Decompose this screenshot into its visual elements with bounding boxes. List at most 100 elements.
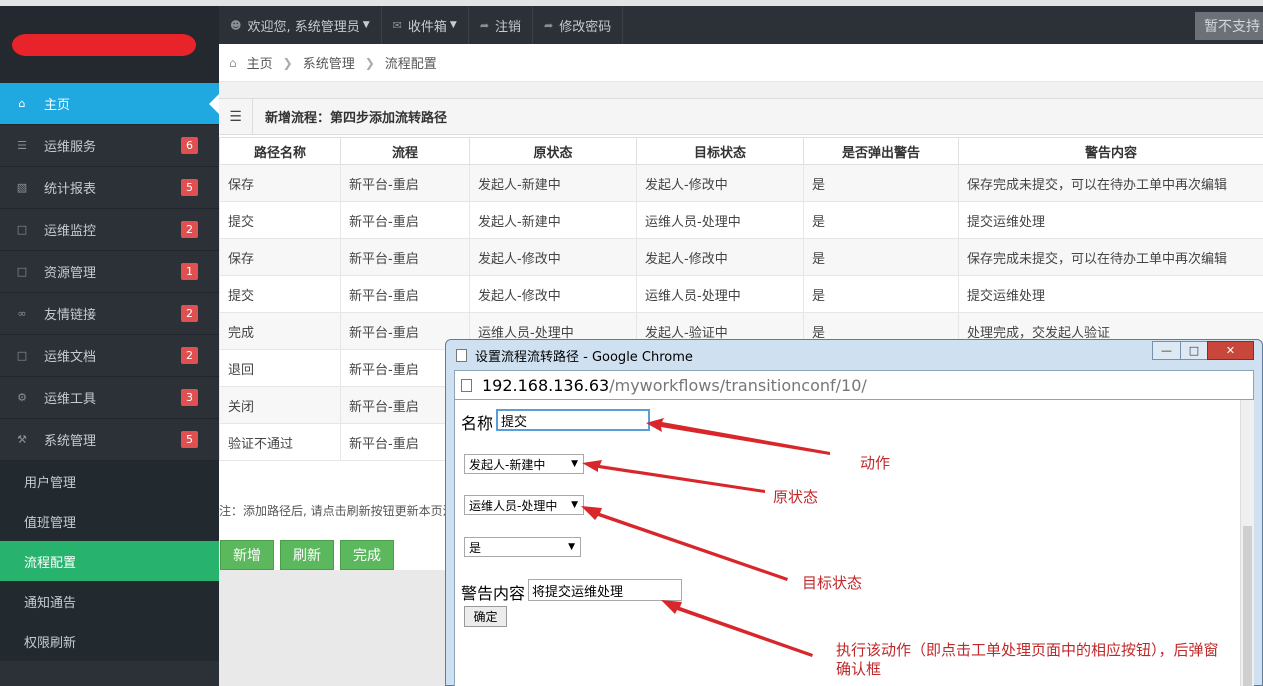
subitem-workflow[interactable]: 流程配置 <box>0 541 219 581</box>
envelope-icon: ✉ <box>392 18 402 32</box>
spacer <box>219 82 1263 98</box>
confirm-button[interactable]: 确定 <box>464 606 507 627</box>
chevron-down-icon: ▼ <box>571 500 578 510</box>
table-cell: 验证不通过 <box>219 423 341 461</box>
sidebar-item-reports[interactable]: ▧ 统计报表 5 <box>0 167 219 209</box>
annotation-warning-line1: 执行该动作（即点击工单处理页面中的相应按钮），后弹窗 <box>836 641 1219 659</box>
maximize-button[interactable]: □ <box>1180 341 1208 360</box>
panel-header: ☰ 新增流程：第四步添加流转路径 <box>219 98 1263 135</box>
table-cell: 新平台-重启 <box>340 238 470 276</box>
breadcrumb-workflow: 流程配置 <box>384 57 437 72</box>
count-badge: 5 <box>181 431 198 448</box>
table-cell: 是 <box>803 275 959 313</box>
page-icon <box>461 378 472 392</box>
sidebar-item-system[interactable]: ⚒ 系统管理 5 <box>0 419 219 461</box>
link-icon: ∞ <box>17 307 27 320</box>
logout-link[interactable]: ➦ 注销 <box>469 6 534 44</box>
sidebar-item-label: 友情链接 <box>44 308 97 323</box>
sidebar-item-label: 主页 <box>44 98 71 113</box>
count-badge: 2 <box>181 305 198 322</box>
done-button[interactable]: 完成 <box>340 540 394 570</box>
table-cell: 是 <box>803 164 959 202</box>
caret-down-icon: ▼ <box>362 20 370 30</box>
breadcrumb-home[interactable]: 主页 <box>247 53 273 72</box>
scrollbar-thumb[interactable] <box>1243 526 1252 686</box>
table-cell: 发起人-修改中 <box>636 164 804 202</box>
annotation-from-state: 原状态 <box>773 488 819 506</box>
system-submenu: 用户管理 值班管理 流程配置 通知通告 权限刷新 <box>0 461 219 661</box>
count-badge: 5 <box>181 179 198 196</box>
subitem-refresh-perms[interactable]: 权限刷新 <box>0 621 219 661</box>
table-row: 保存 新平台-重启 发起人-修改中 发起人-修改中是保存完成未提交，可以在待办工单中再… <box>219 238 1263 276</box>
sidebar-item-label: 资源管理 <box>44 266 97 281</box>
file-icon: □ <box>16 265 28 278</box>
table-cell: 保存完成未提交，可以在待办工单中再次编辑 <box>958 238 1263 276</box>
annotation-action: 动作 <box>860 454 891 472</box>
table-cell: 新平台-重启 <box>340 275 470 313</box>
chevron-right-icon: ❯ <box>282 55 293 70</box>
logo-area <box>0 6 219 83</box>
breadcrumb-system[interactable]: 系统管理 <box>303 53 355 72</box>
table-row: 提交 新平台-重启 发起人-新建中 运维人员-处理中是提交运维处理 <box>219 201 1263 239</box>
count-badge: 2 <box>181 221 198 238</box>
table-cell: 发起人-修改中 <box>469 238 637 276</box>
add-button[interactable]: 新增 <box>220 540 274 570</box>
sidebar-item-label: 运维服务 <box>44 140 97 155</box>
scrollbar[interactable] <box>1240 400 1254 686</box>
list-icon: ☰ <box>17 139 27 152</box>
minimize-button[interactable]: — <box>1152 341 1181 360</box>
sidebar-item-tools[interactable]: ⚙ 运维工具 3 <box>0 377 219 419</box>
unsupported-box[interactable]: 暂不支持 <box>1195 12 1263 40</box>
caret-down-icon: ▼ <box>449 20 457 30</box>
sidebar-item-docs[interactable]: □ 运维文档 2 <box>0 335 219 377</box>
to-state-value: 运维人员-处理中 <box>469 498 558 513</box>
cogs-icon: ⚙ <box>17 391 27 404</box>
table-cell: 退回 <box>219 349 341 387</box>
subitem-duty[interactable]: 值班管理 <box>0 501 219 541</box>
table-cell: 提交运维处理 <box>958 275 1263 313</box>
sidebar-item-links[interactable]: ∞ 友情链接 2 <box>0 293 219 335</box>
chevron-down-icon: ▼ <box>571 459 578 469</box>
page-icon <box>456 349 467 362</box>
sidebar-item-ops-service[interactable]: ☰ 运维服务 6 <box>0 125 219 167</box>
table-cell: 新平台-重启 <box>340 201 470 239</box>
inbox-menu[interactable]: ✉ 收件箱 ▼ <box>382 6 469 44</box>
table-cell: 运维人员-处理中 <box>636 201 804 239</box>
user-menu[interactable]: ☻ 欢迎您, 系统管理员 ▼ <box>219 6 382 44</box>
from-state-select[interactable]: 发起人-新建中 ▼ <box>464 454 584 474</box>
menu-icon[interactable]: ☰ <box>219 98 253 135</box>
chevron-right-icon: ❯ <box>364 55 375 70</box>
sidebar-item-home[interactable]: ⌂ 主页 <box>0 83 219 125</box>
panel-title: 新增流程：第四步添加流转路径 <box>265 111 448 126</box>
share-icon: ➦ <box>544 18 554 32</box>
warn-flag-select[interactable]: 是 ▼ <box>464 537 581 557</box>
inbox-label: 收件箱 <box>407 19 447 35</box>
refresh-button[interactable]: 刷新 <box>280 540 334 570</box>
table-cell: 是 <box>803 238 959 276</box>
to-state-select[interactable]: 运维人员-处理中 ▼ <box>464 495 584 515</box>
popup-title: 设置流程流转路径 - Google Chrome <box>475 350 693 365</box>
close-button[interactable]: ✕ <box>1207 341 1254 360</box>
address-bar[interactable]: 192.168.136.63/myworkflows/transitioncon… <box>454 370 1254 400</box>
table-cell: 保存完成未提交，可以在待办工单中再次编辑 <box>958 164 1263 202</box>
table-row: 保存 新平台-重启 发起人-新建中 发起人-修改中是保存完成未提交，可以在待办工单中再… <box>219 164 1263 202</box>
table-cell: 发起人-修改中 <box>469 275 637 313</box>
table-cell: 完成 <box>219 312 341 350</box>
home-icon: ⌂ <box>229 55 237 70</box>
annotation-warning-line2: 确认框 <box>836 660 882 678</box>
home-icon: ⌂ <box>18 97 26 110</box>
name-input[interactable]: 提交 <box>496 409 650 431</box>
sidebar-item-resources[interactable]: □ 资源管理 1 <box>0 251 219 293</box>
column-header: 路径名称 <box>219 137 341 165</box>
bar-chart-icon: ▧ <box>16 181 28 194</box>
url-host: 192.168.136.63 <box>482 375 610 395</box>
change-password-link[interactable]: ➦ 修改密码 <box>533 6 624 44</box>
file-icon: □ <box>16 223 28 236</box>
subitem-notices[interactable]: 通知通告 <box>0 581 219 621</box>
warning-content-input[interactable]: 将提交运维处理 <box>528 579 682 601</box>
subitem-users[interactable]: 用户管理 <box>0 461 219 501</box>
popup-titlebar: 设置流程流转路径 - Google Chrome <box>456 346 693 365</box>
url-path: /myworkflows/transitionconf/10/ <box>609 375 867 395</box>
sidebar-item-monitoring[interactable]: □ 运维监控 2 <box>0 209 219 251</box>
table-cell: 发起人-新建中 <box>469 201 637 239</box>
